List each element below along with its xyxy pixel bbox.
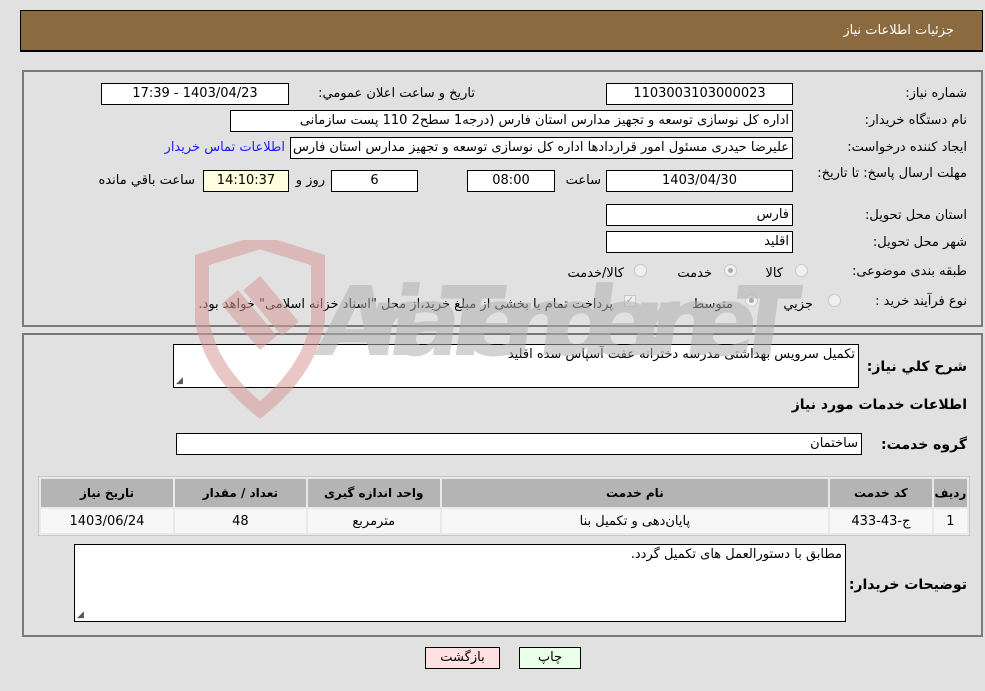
need-number-label: شماره نیاز: — [905, 86, 967, 101]
print-button[interactable]: چاپ — [519, 647, 581, 669]
column-header-row-number: رديف — [933, 479, 967, 507]
buyer-notes-label: توضيحات خريدار: — [848, 577, 967, 593]
page-title: جزئیات اطلاعات نیاز — [843, 23, 954, 38]
table-header-row: رديف کد خدمت نام خدمت واحد اندازه گيری ت… — [41, 479, 967, 507]
days-label: روز و — [295, 173, 325, 188]
services-section-title: اطلاعات خدمات مورد نياز — [791, 397, 967, 413]
column-header-service-code: کد خدمت — [830, 479, 932, 507]
announce-label: تاریخ و ساعت اعلان عمومي: — [318, 86, 475, 101]
column-header-service-name: نام خدمت — [441, 479, 829, 507]
cell-service-name: پایان‌دهی و تکمیل بنا — [441, 509, 829, 533]
cell-need-date: 1403/06/24 — [41, 509, 173, 533]
general-info-panel — [22, 70, 983, 327]
time-remaining-label: ساعت باقي مانده — [98, 173, 195, 188]
resize-grip-icon[interactable]: ◢ — [176, 376, 183, 386]
city-label: شهر محل تحويل: — [872, 235, 967, 250]
column-header-unit: واحد اندازه گيری — [307, 479, 440, 507]
service-group-label: گروه خدمت: — [881, 437, 967, 453]
buyer-notes-text: مطابق با دستورالعمل های تکمیل گردد. — [630, 547, 842, 562]
process-radio-minor[interactable] — [828, 294, 841, 307]
category-radio-goods-service[interactable] — [634, 264, 647, 277]
buyer-org-field[interactable]: اداره کل نوسازی توسعه و تجهیز مدارس استا… — [230, 110, 793, 132]
buyer-contact-link[interactable]: اطلاعات تماس خريدار — [165, 140, 285, 155]
province-label: استان محل تحويل: — [865, 208, 967, 223]
description-textarea[interactable]: تکمیل سرویس بهداشتی مدرسه دخترانه عفت آس… — [173, 344, 859, 388]
category-label: طبقه بندی موضوعی: — [851, 264, 967, 279]
back-button[interactable]: بازگشت — [425, 647, 500, 669]
time-remaining-field[interactable]: 14:10:37 — [203, 170, 289, 192]
treasury-text: پرداخت تمام يا بخشی از مبلغ خريد،از محل … — [198, 297, 613, 312]
service-group-field[interactable]: ساختمان — [176, 433, 862, 455]
table-row: 1 ج-43-433 پایان‌دهی و تکمیل بنا مترمربع… — [41, 509, 967, 533]
days-remaining-field[interactable]: 6 — [331, 170, 418, 192]
description-label: شرح کلي نياز: — [866, 359, 967, 375]
resize-grip-icon[interactable]: ◢ — [77, 610, 84, 620]
column-header-need-date: تاريخ نياز — [41, 479, 173, 507]
process-option-medium: متوسط — [692, 297, 733, 312]
category-radio-goods[interactable] — [795, 264, 808, 277]
creator-label: ايجاد کننده درخواست: — [847, 140, 967, 155]
category-option-service: خدمت — [677, 266, 712, 281]
cell-service-code: ج-43-433 — [830, 509, 932, 533]
category-radio-service[interactable] — [724, 264, 737, 277]
deadline-label: مهلت ارسال پاسخ: تا تاريخ: — [817, 166, 967, 181]
page-header: جزئیات اطلاعات نیاز — [20, 10, 983, 52]
deadline-time-label: ساعت — [565, 173, 601, 188]
services-table: رديف کد خدمت نام خدمت واحد اندازه گيری ت… — [38, 476, 970, 536]
category-option-goods-service: کالا/خدمت — [567, 266, 624, 281]
announce-datetime-field[interactable]: 1403/04/23 - 17:39 — [101, 83, 289, 105]
treasury-checkbox[interactable]: ✓ — [624, 295, 636, 307]
cell-quantity: 48 — [174, 509, 306, 533]
buyer-org-label: نام دستگاه خريدار: — [864, 113, 967, 128]
process-option-minor: جزيي — [783, 297, 813, 312]
category-option-goods: کالا — [765, 266, 783, 281]
process-label: نوع فرآيند خريد : — [875, 294, 967, 309]
buyer-notes-textarea[interactable]: مطابق با دستورالعمل های تکمیل گردد. ◢ — [74, 544, 846, 622]
city-field[interactable]: اقلید — [606, 231, 793, 253]
cell-row-number: 1 — [933, 509, 967, 533]
deadline-time-field[interactable]: 08:00 — [467, 170, 555, 192]
column-header-quantity: تعداد / مقدار — [174, 479, 306, 507]
need-number-field[interactable]: 1103003103000023 — [606, 83, 793, 105]
description-text: تکمیل سرویس بهداشتی مدرسه دخترانه عفت آس… — [507, 347, 855, 362]
deadline-date-field[interactable]: 1403/04/30 — [606, 170, 793, 192]
province-field[interactable]: فارس — [606, 204, 793, 226]
cell-unit: مترمربع — [307, 509, 440, 533]
creator-field[interactable]: علیرضا حیدری مسئول امور قراردادها اداره … — [290, 137, 793, 159]
process-radio-medium[interactable] — [745, 294, 758, 307]
